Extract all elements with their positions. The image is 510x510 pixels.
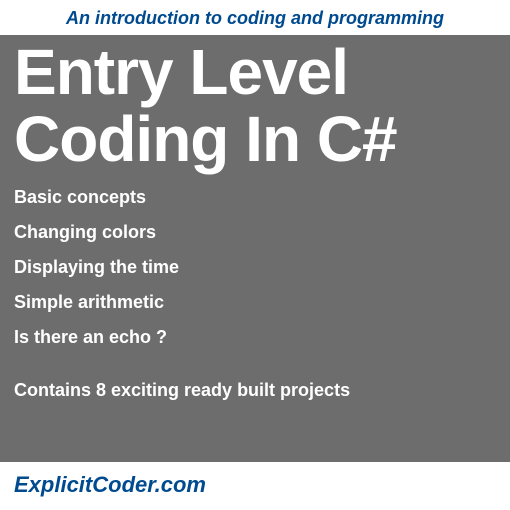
top-banner: An introduction to coding and programmin… xyxy=(0,0,510,35)
topics-list: Basic concepts Changing colors Displayin… xyxy=(14,187,496,348)
brand-name: ExplicitCoder.com xyxy=(14,472,206,497)
main-panel: Entry Level Coding In C# Basic concepts … xyxy=(0,35,510,462)
bottom-banner: ExplicitCoder.com xyxy=(0,462,510,510)
main-title: Entry Level Coding In C# xyxy=(14,39,496,173)
topic-item: Displaying the time xyxy=(14,257,496,278)
topic-item: Is there an echo ? xyxy=(14,327,496,348)
top-banner-text: An introduction to coding and programmin… xyxy=(66,8,444,28)
topic-item: Simple arithmetic xyxy=(14,292,496,313)
topic-item: Changing colors xyxy=(14,222,496,243)
subtitle: Contains 8 exciting ready built projects xyxy=(14,380,496,401)
topic-item: Basic concepts xyxy=(14,187,496,208)
